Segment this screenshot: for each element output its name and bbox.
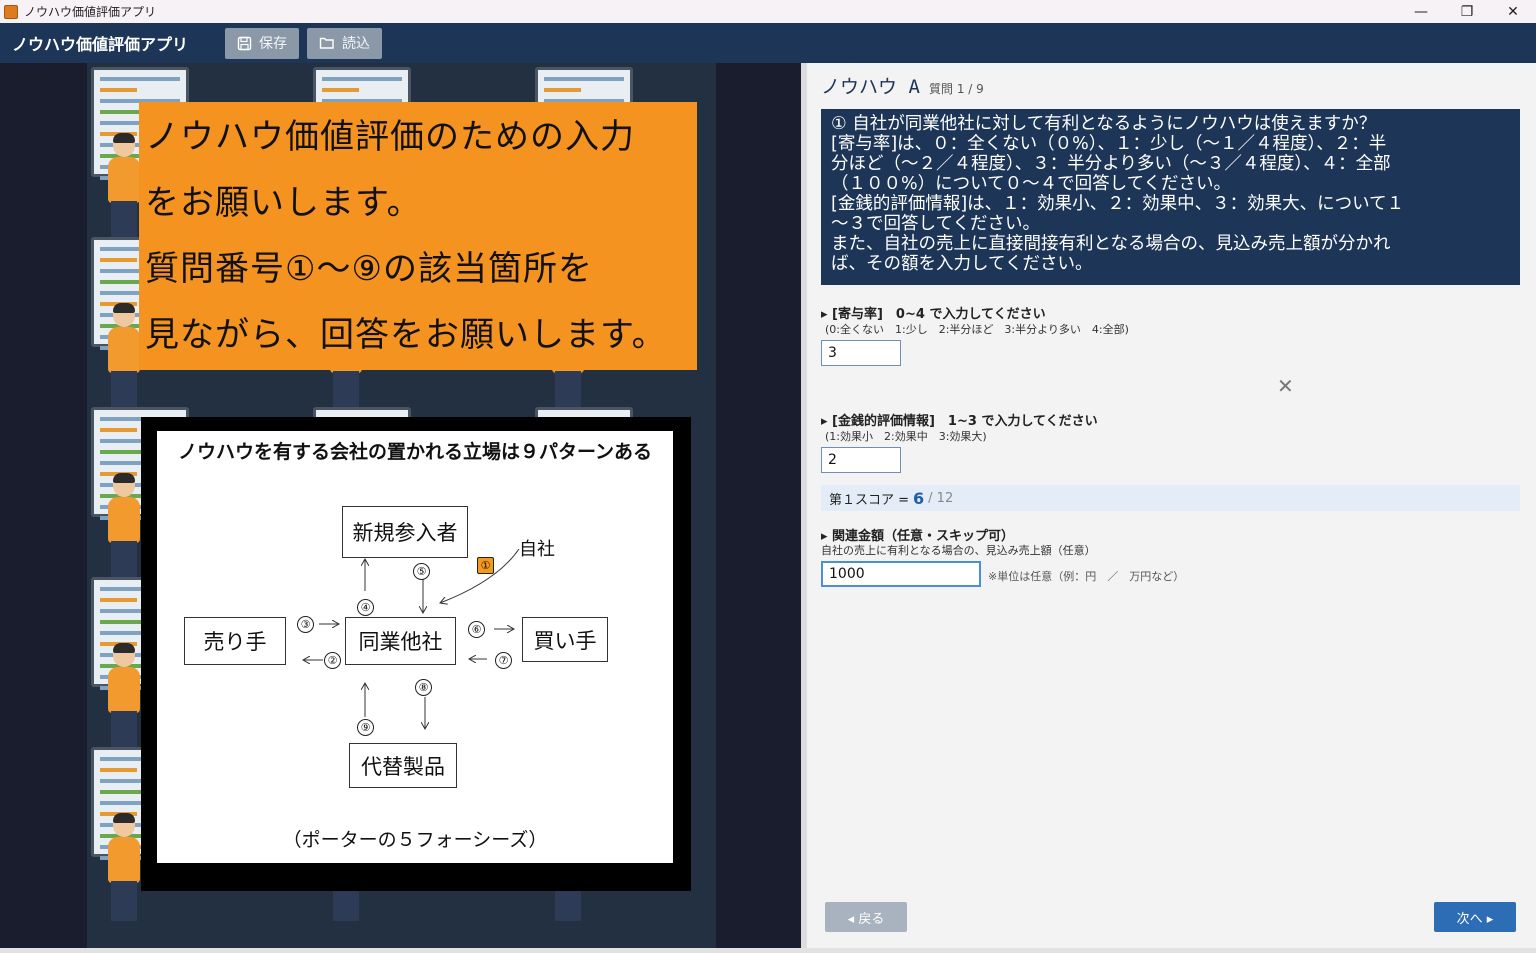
banner-line: 見ながら、回答をお願いします。 <box>145 315 667 355</box>
number-7-marker: ⑦ <box>495 652 512 669</box>
save-button[interactable]: 保存 <box>225 27 299 59</box>
monetary-hint: (1:効果小 2:効果中 3:効果大) <box>825 430 987 443</box>
reference-panel: ノウハウ価値評価のための入力 をお願いします。 質問番号①～⑨の該当箇所を 見な… <box>0 63 801 948</box>
self-label: 自社 <box>519 539 555 560</box>
monetary-input[interactable] <box>821 447 901 473</box>
diagram-caption: （ポーターの５フォーシーズ） <box>282 829 548 851</box>
score-display: 第１スコア = 6 / 12 <box>821 485 1520 511</box>
number-1-marker: ① <box>477 557 494 574</box>
window-titlebar: ノウハウ価値評価アプリ — ❐ ✕ <box>0 0 1536 23</box>
question-line: また、自社の売上に直接間接有利となる場合の、見込み売上額が分かれ <box>831 234 1391 254</box>
knowhow-title: ノウハウ A <box>821 76 920 98</box>
score-max: / 12 <box>928 490 954 506</box>
restore-button[interactable]: ❐ <box>1444 0 1490 23</box>
five-forces-diagram-frame: ノウハウを有する会社の置かれる立場は９パターンある 新規参入者 売り手 同業他社… <box>141 417 691 891</box>
contribution-label: ▸ [寄与率] 0~4 で入力してください <box>821 307 1046 322</box>
folder-icon <box>319 37 334 49</box>
question-line: [金銭的評価情報]は、１：効果小、２：効果中、３：効果大、について１ <box>831 194 1405 214</box>
app-header: ノウハウ価値評価アプリ 保存 読込 <box>0 23 1536 63</box>
monetary-label: ▸ [金銭的評価情報] 1~3 で入力してください <box>821 414 1098 429</box>
load-button-label: 読込 <box>342 36 370 52</box>
number-4-marker: ④ <box>357 599 374 616</box>
question-line: ～３で回答してください。 <box>831 214 1040 234</box>
minimize-button[interactable]: — <box>1398 0 1444 23</box>
question-panel: ノウハウ A 質問 1 / 9 ① 自社が同業他社に対して有利となるようにノウハ… <box>807 63 1536 948</box>
question-progress: 質問 1 / 9 <box>929 82 984 96</box>
save-button-label: 保存 <box>259 36 287 52</box>
instruction-banner: ノウハウ価値評価のための入力 をお願いします。 質問番号①～⑨の該当箇所を 見な… <box>139 102 697 370</box>
load-button[interactable]: 読込 <box>307 27 382 59</box>
buyer-box: 買い手 <box>522 617 608 662</box>
number-2-marker: ② <box>324 652 341 669</box>
number-3-marker: ③ <box>297 616 314 633</box>
banner-line: 質問番号①～⑨の該当箇所を <box>145 249 593 289</box>
sales-amount-input[interactable] <box>821 561 981 587</box>
score-value: 6 <box>913 488 925 508</box>
contribution-input[interactable] <box>821 340 901 366</box>
question-line: [寄与率]は、０：全くない（０%）、１：少し（～１／４程度）、２：半 <box>831 134 1387 154</box>
unit-note: ※単位は任意（例：円 ／ 万円など） <box>988 570 1185 583</box>
close-icon[interactable]: ✕ <box>1277 374 1294 398</box>
window-title: ノウハウ価値評価アプリ <box>24 5 157 19</box>
number-8-marker: ⑧ <box>415 679 432 696</box>
window-bottom-edge <box>0 948 1536 953</box>
sales-hint: 自社の売上に有利となる場合の、見込み売上額（任意） <box>821 544 1096 557</box>
competitor-box: 同業他社 <box>345 617 456 665</box>
question-line: ば、その額を入力してください。 <box>831 254 1093 274</box>
app-title: ノウハウ価値評価アプリ <box>12 35 189 54</box>
number-9-marker: ⑨ <box>357 719 374 736</box>
contribution-hint: (0:全くない 1:少し 2:半分ほど 3:半分より多い 4:全部) <box>825 323 1129 336</box>
save-icon <box>237 36 252 50</box>
question-line: （１００%）について０～４で回答してください。 <box>831 174 1232 194</box>
question-text-box: ① 自社が同業他社に対して有利となるようにノウハウは使えますか？ [寄与率]は、… <box>821 109 1520 285</box>
app-icon <box>4 4 18 19</box>
banner-line: をお願いします。 <box>145 183 422 223</box>
next-button[interactable]: 次へ ▸ <box>1434 902 1516 932</box>
score-label: 第１スコア = <box>829 492 910 508</box>
number-6-marker: ⑥ <box>468 621 485 638</box>
number-5-marker: ⑤ <box>413 563 430 580</box>
question-line: 分ほど（～２／４程度）、３：半分より多い（～３／４程度）、４：全部 <box>831 154 1391 174</box>
question-line: ① 自社が同業他社に対して有利となるようにノウハウは使えますか？ <box>831 114 1377 134</box>
banner-line: ノウハウ価値評価のための入力 <box>145 117 635 157</box>
window-controls: — ❐ ✕ <box>1398 0 1536 23</box>
seller-box: 売り手 <box>184 617 286 665</box>
substitute-box: 代替製品 <box>349 743 457 788</box>
new-entrant-box: 新規参入者 <box>342 506 468 558</box>
back-button[interactable]: ◂ 戻る <box>825 902 907 932</box>
close-window-button[interactable]: ✕ <box>1490 0 1536 23</box>
five-forces-diagram: ノウハウを有する会社の置かれる立場は９パターンある 新規参入者 売り手 同業他社… <box>157 431 673 863</box>
